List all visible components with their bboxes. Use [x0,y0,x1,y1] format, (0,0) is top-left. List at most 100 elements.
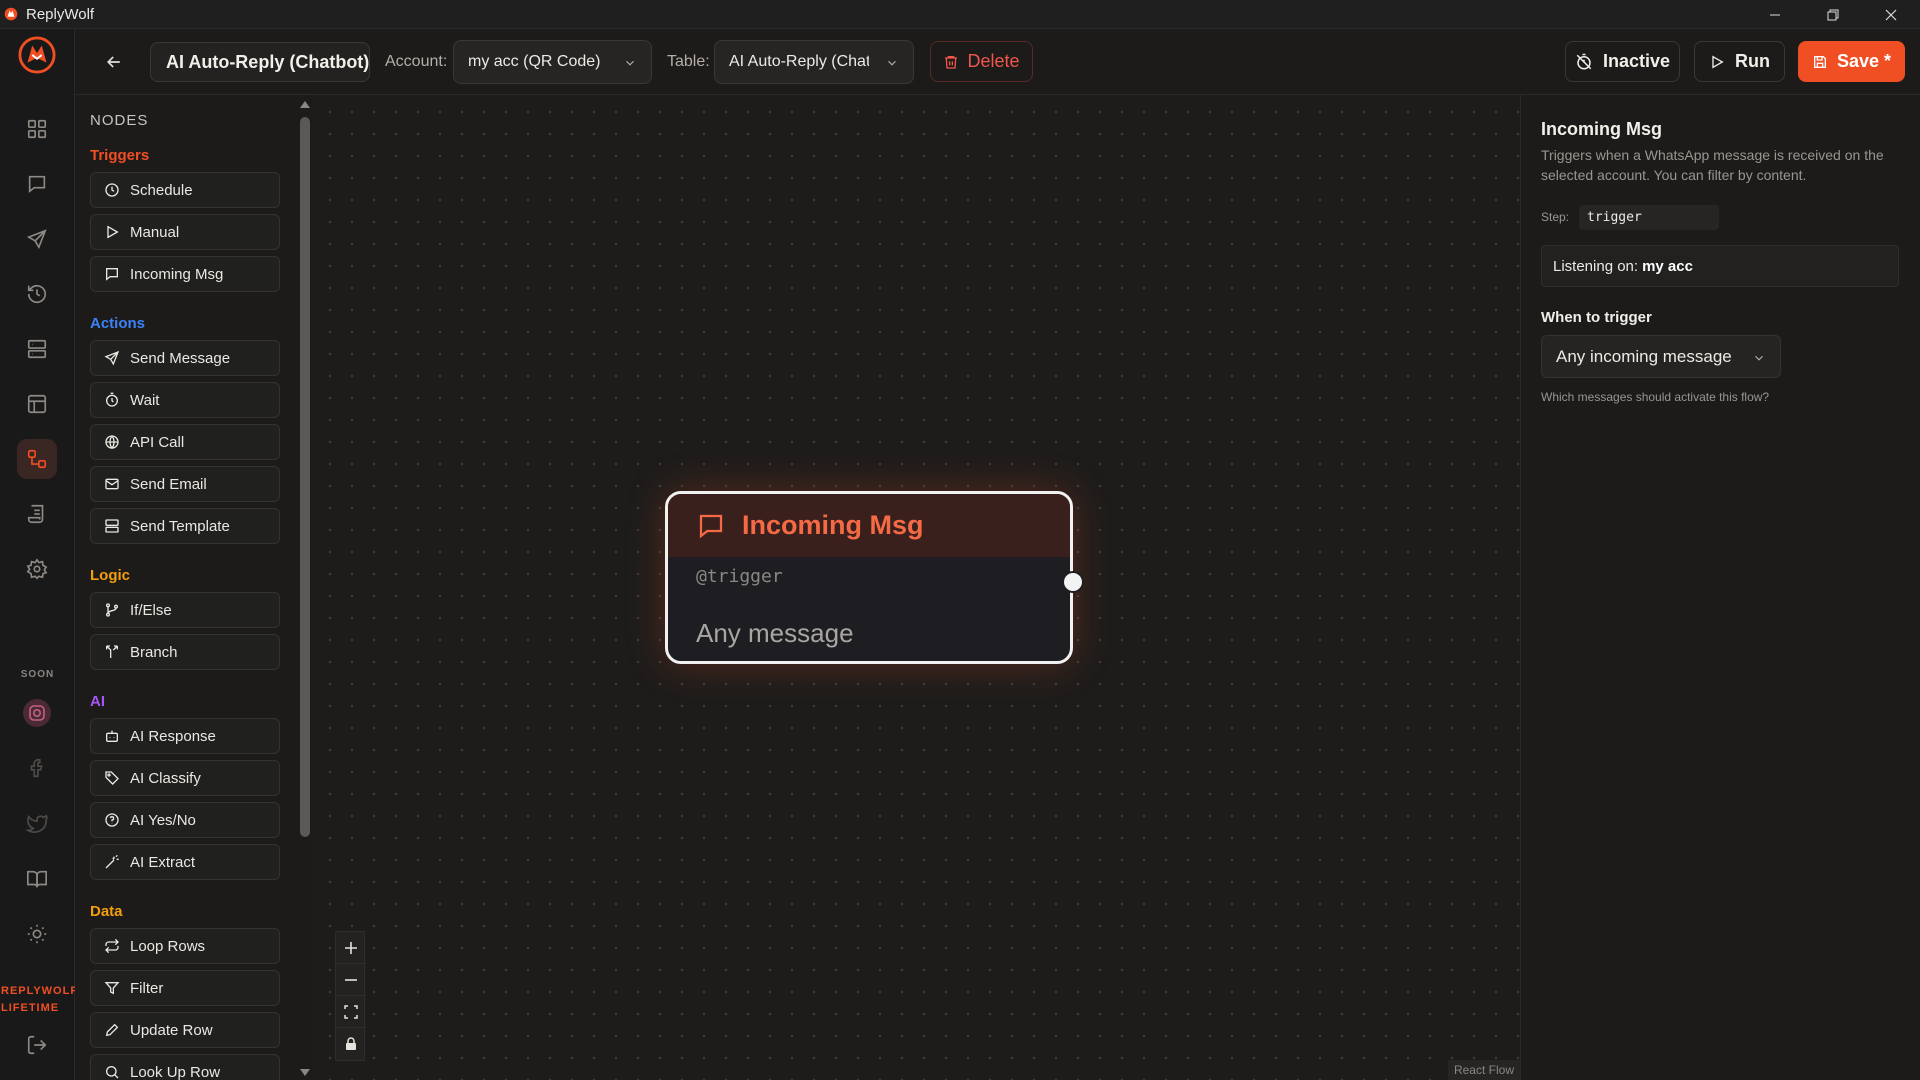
lock-button[interactable] [336,1028,366,1060]
node-send-template[interactable]: Send Template [90,508,280,544]
node-palette: NODES Triggers Schedule Manual Incoming … [75,95,297,1080]
node-update-row[interactable]: Update Row [90,1012,280,1048]
save-button[interactable]: Save * [1798,41,1905,82]
flow-node-incoming-msg[interactable]: Incoming Msg @trigger Any message [665,491,1084,664]
search-icon [106,1066,119,1079]
nav-twitter[interactable] [17,803,57,843]
nav-history[interactable] [17,274,57,314]
facebook-icon [30,758,43,778]
workflow-icon [27,449,47,469]
nav-rail: SOON REPLYWOLF LIFETIME [0,29,77,1080]
trigger-condition-select[interactable]: Any incoming message [1541,335,1781,378]
run-button[interactable]: Run [1694,41,1785,82]
zoom-out-button[interactable] [336,964,366,996]
nav-campaigns[interactable] [17,219,57,259]
bot-icon [106,730,118,742]
chevron-down-icon [626,60,634,66]
flow-node-output-handle[interactable] [1062,571,1084,593]
grid-icon [27,119,47,139]
trash-icon [945,55,958,69]
fit-view-button[interactable] [336,996,366,1028]
table-icon [27,394,47,414]
layout-icon [105,519,119,533]
node-ai-classify[interactable]: AI Classify [90,760,280,796]
node-send-email[interactable]: Send Email [90,466,280,502]
scroll-down-arrow-icon[interactable] [300,1069,310,1077]
logout-button[interactable] [17,1025,57,1065]
nav-facebook[interactable] [17,748,57,788]
react-flow-attribution[interactable]: React Flow [1447,1060,1520,1080]
when-to-trigger-label: When to trigger [1541,309,1652,326]
node-filter[interactable]: Filter [90,970,280,1006]
send-icon [26,229,47,250]
nav-instagram[interactable] [17,693,57,733]
delete-button[interactable]: Delete [930,41,1033,82]
inactive-toggle-button[interactable]: Inactive [1565,41,1680,82]
node-incoming-msg[interactable]: Incoming Msg [90,256,280,292]
scrollbar-thumb[interactable] [300,117,310,837]
zoom-in-button[interactable] [336,932,366,964]
wolf-logo-icon [4,7,18,21]
node-api-call[interactable]: API Call [90,424,280,460]
node-manual[interactable]: Manual [90,214,280,250]
window-title: ReplyWolf [26,5,95,23]
fullscreen-icon [344,1004,358,1019]
node-schedule[interactable]: Schedule [90,172,280,208]
back-button[interactable] [101,49,127,75]
node-look-up-row[interactable]: Look Up Row [90,1054,280,1080]
pencil-icon [105,1023,119,1037]
save-icon [1813,55,1826,68]
nav-logs[interactable] [17,494,57,534]
flow-node-header: Incoming Msg [668,494,1070,557]
minimize-button[interactable] [1746,0,1804,29]
nav-dashboard[interactable] [17,109,57,149]
account-select[interactable]: my acc (QR Code) [453,40,652,84]
flow-name-input[interactable]: AI Auto-Reply (Chatbot) [150,42,370,82]
close-window-button[interactable] [1862,0,1920,29]
nav-chats[interactable] [17,164,57,204]
wand-icon [105,854,119,869]
message-square-icon [699,514,723,538]
node-wait[interactable]: Wait [90,382,280,418]
account-label: Account: [385,53,448,70]
instagram-icon [23,699,51,727]
play-icon [107,225,119,239]
plus-icon [345,941,357,954]
lock-icon [346,1037,356,1050]
book-icon [27,870,47,888]
table-label: Table: [667,53,710,70]
nav-flows[interactable] [17,439,57,479]
step-id-field[interactable]: trigger [1579,205,1719,230]
send-icon [104,350,120,366]
twitter-icon [26,814,48,833]
globe-icon [105,435,119,450]
logout-icon [27,1035,47,1055]
node-ai-extract[interactable]: AI Extract [90,844,280,880]
node-send-message[interactable]: Send Message [90,340,280,376]
nav-docs[interactable] [17,859,57,899]
category-logic: Logic [90,567,130,584]
nav-settings[interactable] [17,549,57,589]
app-logo[interactable] [17,35,57,75]
node-if-else[interactable]: If/Else [90,592,280,628]
gear-icon [26,558,48,580]
theme-toggle[interactable] [17,914,57,954]
flow-canvas[interactable]: Incoming Msg @trigger Any message React … [313,95,1520,1080]
listening-account-info: Listening on: my acc [1541,245,1899,287]
table-select[interactable]: AI Auto-Reply (Chatbot) [714,40,914,84]
node-branch[interactable]: Branch [90,634,280,670]
node-loop-rows[interactable]: Loop Rows [90,928,280,964]
palette-heading: NODES [90,112,149,129]
nav-tables[interactable] [17,384,57,424]
chat-icon [28,175,46,194]
category-ai: AI [90,693,105,710]
node-ai-response[interactable]: AI Response [90,718,280,754]
restore-button[interactable] [1804,0,1862,29]
layout-icon [27,339,47,359]
palette-scrollbar[interactable] [297,95,313,1080]
flow-node-title: Incoming Msg [742,510,924,540]
scroll-up-arrow-icon[interactable] [300,100,310,108]
node-ai-yes-no[interactable]: AI Yes/No [90,802,280,838]
nav-templates[interactable] [17,329,57,369]
mail-icon [105,478,119,490]
